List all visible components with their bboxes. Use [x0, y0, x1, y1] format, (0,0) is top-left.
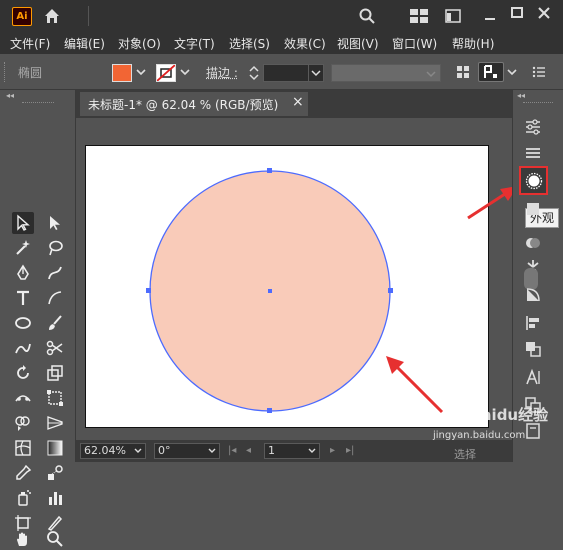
chevron-down-icon[interactable] [133, 446, 143, 456]
pathfinder-icon[interactable] [520, 336, 546, 362]
panel-grip [4, 62, 8, 82]
chevron-down-icon[interactable] [179, 66, 191, 81]
zoom-tool-icon[interactable] [44, 528, 66, 550]
mesh-tool-icon[interactable] [12, 437, 34, 459]
chevron-down-icon[interactable] [307, 446, 317, 456]
chevron-down-icon[interactable] [207, 446, 217, 456]
transform-icon[interactable] [478, 62, 504, 82]
pen-tool-icon[interactable] [12, 262, 34, 284]
stroke-weight-input[interactable] [263, 64, 309, 82]
ellipse-tool-icon[interactable] [12, 312, 34, 334]
menu-bar: 文件(F) 编辑(E) 对象(O) 文字(T) 选择(S) 效果(C) 视图(V… [0, 32, 563, 54]
rotate-tool-icon[interactable] [12, 362, 34, 384]
workspace-icon[interactable] [410, 9, 428, 26]
menu-type[interactable]: 文字(T) [174, 35, 215, 52]
maximize-button[interactable] [510, 6, 524, 20]
tools-panel: ◂◂ [0, 90, 76, 462]
lasso-tool-icon[interactable] [44, 237, 66, 259]
watermark-logo [438, 398, 468, 426]
artboard-number-input[interactable]: 1 [264, 443, 320, 459]
watermark-url: jingyan.baidu.com [433, 430, 525, 441]
ellipse-shape[interactable] [140, 160, 402, 422]
variable-width-dropdown[interactable] [331, 64, 441, 82]
close-button[interactable] [537, 6, 551, 20]
center-point [268, 289, 272, 293]
menu-object[interactable]: 对象(O) [118, 35, 161, 52]
menu-window[interactable]: 窗口(W) [392, 35, 437, 52]
zoom-input[interactable]: 62.04% [80, 443, 146, 459]
align-grid-icon[interactable] [456, 65, 470, 82]
document-tab[interactable]: 未标题-1* @ 62.04 % (RGB/预览) × [80, 92, 308, 116]
selection-handle[interactable] [388, 288, 393, 293]
line-tool-icon[interactable] [44, 287, 66, 309]
column-graph-tool-icon[interactable] [44, 487, 66, 509]
title-bar: Ai [0, 0, 563, 32]
perspective-grid-tool-icon[interactable] [44, 412, 66, 434]
scissors-tool-icon[interactable] [44, 337, 66, 359]
scale-tool-icon[interactable] [44, 362, 66, 384]
eyedropper-tool-icon[interactable] [12, 462, 34, 484]
properties-icon[interactable] [520, 114, 546, 140]
paintbrush-tool-icon[interactable] [44, 312, 66, 334]
blend-tool-icon[interactable] [44, 462, 66, 484]
gradient-tool-icon[interactable] [44, 437, 66, 459]
magic-wand-tool-icon[interactable] [12, 237, 34, 259]
chevron-down-icon[interactable] [506, 66, 518, 81]
graphic-styles-icon[interactable] [520, 196, 546, 222]
shaper-tool-icon[interactable] [12, 337, 34, 359]
next-artboard-button[interactable]: ▸ [330, 445, 335, 456]
close-icon[interactable]: × [292, 94, 304, 110]
direct-selection-tool-icon[interactable] [44, 212, 66, 234]
control-bar: 椭圆 描边 : [0, 54, 563, 90]
panel-grip [22, 102, 54, 105]
home-icon[interactable] [43, 7, 61, 28]
menu-effect[interactable]: 效果(C) [284, 35, 326, 52]
collapse-arrows-icon[interactable]: ◂◂ [6, 91, 14, 100]
expand-arrows-icon[interactable]: ◂◂ [517, 91, 525, 100]
first-artboard-button[interactable]: |◂ [228, 445, 236, 456]
character-icon[interactable] [520, 364, 546, 390]
panel-menu-icon[interactable] [532, 66, 546, 81]
selection-tool-icon[interactable] [12, 212, 34, 234]
selection-handle[interactable] [267, 408, 272, 413]
rotation-input[interactable]: 0° [154, 443, 220, 459]
minimize-button[interactable] [483, 8, 497, 22]
puppet-warp-tool-icon[interactable] [12, 387, 34, 409]
menu-edit[interactable]: 编辑(E) [64, 35, 105, 52]
stroke-stepper[interactable] [247, 64, 261, 82]
document-tab-title: 未标题-1* @ 62.04 % (RGB/预览) [88, 96, 278, 113]
layers-icon[interactable] [520, 140, 546, 166]
hand-tool-icon[interactable] [12, 528, 34, 550]
menu-select[interactable]: 选择(S) [229, 35, 270, 52]
panel-grip [523, 102, 553, 105]
divider [88, 6, 89, 26]
menu-file[interactable]: 文件(F) [10, 35, 50, 52]
selection-handle[interactable] [267, 168, 272, 173]
stroke-none-swatch[interactable] [156, 64, 176, 82]
selection-handle[interactable] [146, 288, 151, 293]
symbol-sprayer-tool-icon[interactable] [12, 487, 34, 509]
watermark-text: Baidu经验 [470, 404, 548, 425]
curvature-tool-icon[interactable] [44, 262, 66, 284]
search-icon[interactable] [358, 7, 376, 28]
menu-view[interactable]: 视图(V) [337, 35, 379, 52]
stroke-weight-dropdown[interactable] [308, 64, 324, 82]
chevron-down-icon[interactable] [135, 66, 147, 81]
free-transform-tool-icon[interactable] [44, 387, 66, 409]
align-panel-icon[interactable] [520, 310, 546, 336]
arrange-documents-icon[interactable] [445, 9, 461, 26]
previous-artboard-button[interactable]: ◂ [246, 445, 251, 456]
type-tool-icon[interactable] [12, 287, 34, 309]
stroke-label: 描边 : [206, 64, 238, 81]
fill-swatch[interactable] [112, 64, 132, 82]
transparency-icon[interactable] [520, 230, 546, 256]
menu-help[interactable]: 帮助(H) [452, 35, 494, 52]
appearance-icon[interactable] [519, 166, 548, 195]
gradient-panel-icon[interactable] [520, 282, 546, 308]
shape-builder-tool-icon[interactable] [12, 412, 34, 434]
selection-type-label: 椭圆 [18, 64, 42, 81]
status-hint: 选择 [454, 446, 476, 462]
app-logo: Ai [12, 7, 32, 26]
last-artboard-button[interactable]: ▸| [346, 445, 354, 456]
